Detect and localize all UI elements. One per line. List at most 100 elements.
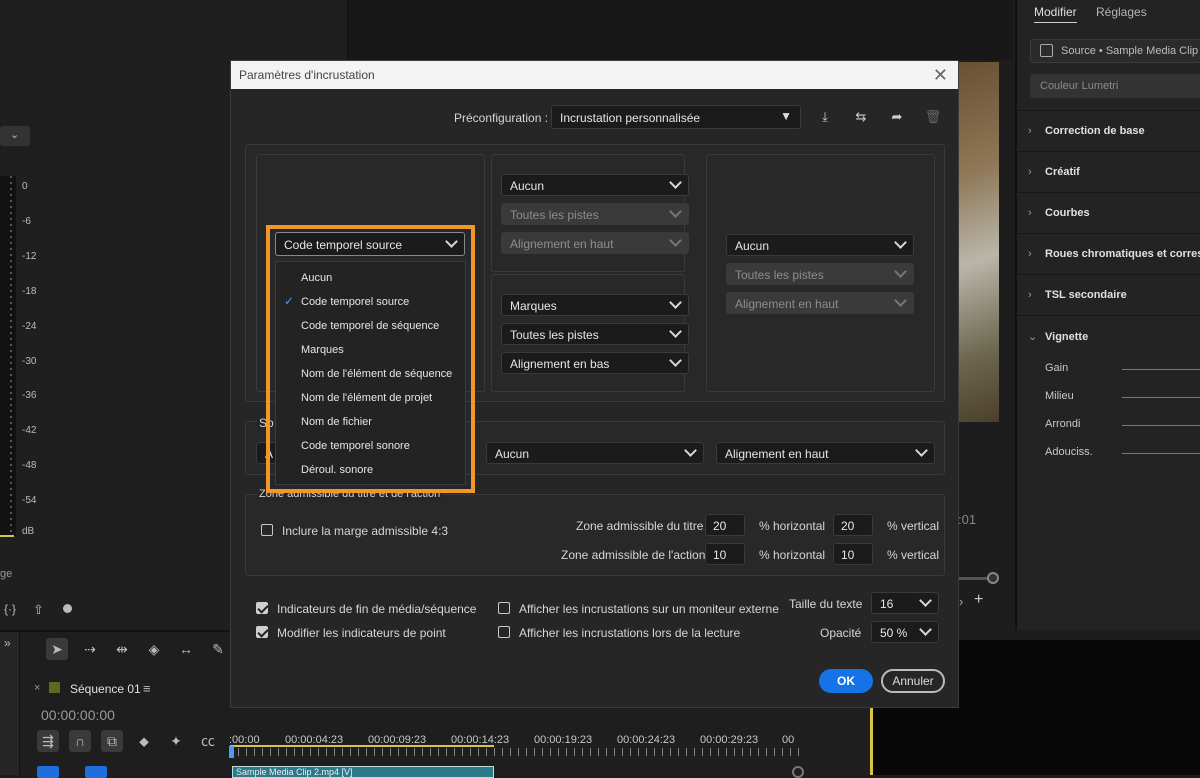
left-field-dropdown[interactable]: Code temporel source — [275, 232, 465, 256]
dropdown-value: 50 % — [880, 626, 908, 640]
captions-icon[interactable]: ㏄ — [197, 730, 219, 752]
tab-reglages[interactable]: Réglages — [1096, 5, 1147, 19]
menu-icon[interactable]: ≡ — [143, 681, 151, 696]
source-selector[interactable]: Source • Sample Media Clip 2 — [1030, 39, 1200, 63]
center-bottom-field-dropdown[interactable]: Marques — [501, 294, 689, 316]
text-size-dropdown[interactable]: 16 — [871, 592, 939, 614]
vignette-milieu-slider[interactable] — [1122, 397, 1200, 398]
point-markers-checkbox[interactable] — [256, 626, 268, 638]
menu-item[interactable]: Code temporel de séquence — [276, 314, 465, 338]
menu-item-label: Nom de l'élément de projet — [301, 392, 433, 404]
menu-item[interactable]: Nom de l'élément de séquence — [276, 362, 465, 386]
pen-tool-icon[interactable]: ✎ — [207, 638, 229, 660]
slip-tool-icon[interactable]: ↔ — [175, 638, 197, 660]
wrench-icon[interactable]: ✦ — [165, 730, 187, 752]
effect-dropdown[interactable]: Couleur Lumetri — [1030, 74, 1200, 98]
snap-icon[interactable]: ∩ — [69, 730, 91, 752]
sequence-tab[interactable]: Séquence 01 — [70, 682, 141, 696]
center-bottom-align-dropdown[interactable]: Alignement en bas — [501, 352, 689, 374]
record-icon[interactable] — [63, 604, 72, 613]
export-preset-icon[interactable]: ➦ — [888, 108, 906, 126]
razor-tool-icon[interactable]: ◈ — [143, 638, 165, 660]
import-preset-icon[interactable]: ⇆ — [852, 108, 870, 126]
chevron-right-icon: › — [1028, 166, 1032, 178]
vignette-gain-slider[interactable] — [1122, 369, 1200, 370]
scroll-handle[interactable] — [792, 766, 804, 778]
bottom-tracks-dropdown[interactable]: Aucun — [486, 442, 704, 464]
section-roues-chromatiques[interactable]: › Roues chromatiques et correspondance — [1028, 248, 1200, 260]
external-monitor-checkbox[interactable] — [498, 602, 510, 614]
end-markers-checkbox[interactable] — [256, 602, 268, 614]
section-courbes[interactable]: › Courbes — [1028, 207, 1090, 219]
track-target-v1[interactable] — [37, 766, 59, 778]
menu-item-label: Marques — [301, 344, 344, 356]
track-select-tool-icon[interactable]: ⇢ — [79, 638, 101, 660]
dropdown-value: Alignement en haut — [725, 447, 829, 461]
menu-item[interactable]: Code temporel sonore — [276, 434, 465, 458]
center-bottom-tracks-dropdown[interactable]: Toutes les pistes — [501, 323, 689, 345]
meter-level — [0, 535, 14, 537]
dropdown-value: Alignement en haut — [510, 237, 614, 251]
track-target-v2[interactable] — [85, 766, 107, 778]
tab-modifier[interactable]: Modifier — [1034, 5, 1077, 23]
chevron-right-icon[interactable]: › — [959, 594, 963, 609]
vignette-adoucissement-slider[interactable] — [1122, 453, 1200, 454]
section-correction-de-base[interactable]: › Correction de base — [1028, 125, 1145, 137]
margin-43-checkbox[interactable] — [261, 524, 273, 536]
close-icon[interactable]: ✕ — [933, 65, 948, 86]
ok-button[interactable]: OK — [819, 669, 873, 693]
nest-icon[interactable]: ⇶ — [37, 730, 59, 752]
action-safe-horizontal-input[interactable]: 10 — [705, 543, 745, 565]
menu-item[interactable]: Nom de l'élément de projet — [276, 386, 465, 410]
close-tab-icon[interactable]: × — [34, 682, 40, 694]
preset-dropdown[interactable]: Incrustation personnalisée ▼ — [551, 105, 801, 129]
menu-item-selected[interactable]: ✓ Code temporel source — [276, 290, 465, 314]
vignette-arrondi-slider[interactable] — [1122, 425, 1200, 426]
title-safe-vertical-input[interactable]: 20 — [833, 514, 873, 536]
menu-item[interactable]: Déroul. sonore — [276, 458, 465, 482]
center-top-field-dropdown[interactable]: Aucun — [501, 174, 689, 196]
playhead[interactable] — [229, 746, 234, 758]
cancel-button[interactable]: Annuler — [881, 669, 945, 693]
center-top-align-dropdown[interactable]: Alignement en haut — [501, 232, 689, 254]
unit-label: % vertical — [887, 548, 940, 562]
right-tracks-dropdown[interactable]: Toutes les pistes — [726, 263, 914, 285]
right-field-dropdown[interactable]: Aucun — [726, 234, 914, 256]
dropdown-value: Aucun — [735, 239, 770, 253]
action-safe-vertical-input[interactable]: 10 — [833, 543, 873, 565]
ripple-edit-tool-icon[interactable]: ⇹ — [111, 638, 133, 660]
trash-icon[interactable]: 🗑 — [924, 108, 942, 126]
opacity-dropdown[interactable]: 50 % — [871, 621, 939, 643]
right-align-dropdown[interactable]: Alignement en haut — [726, 292, 914, 314]
title-safe-horizontal-input[interactable]: 20 — [705, 514, 745, 536]
zoom-handle[interactable] — [987, 572, 999, 584]
marker-icon[interactable]: ⬥ — [133, 730, 155, 752]
code-icon[interactable]: {·} — [4, 602, 16, 616]
work-area-bar[interactable] — [230, 745, 494, 747]
section-vignette[interactable]: ⌄ Vignette — [1028, 330, 1088, 343]
playback-overlay-checkbox[interactable] — [498, 626, 510, 638]
vignette-arrondi-label: Arrondi — [1045, 418, 1081, 430]
center-top-tracks-dropdown[interactable]: Toutes les pistes — [501, 203, 689, 225]
divider — [1018, 274, 1200, 275]
download-preset-icon[interactable]: ⤓ — [816, 108, 834, 126]
left-dropdown-fragment[interactable]: ⌄ — [0, 126, 30, 146]
meter-label: -12 — [22, 251, 37, 262]
sequence-timecode[interactable]: 00:00:00:00 — [41, 707, 115, 723]
section-tsl-secondaire[interactable]: › TSL secondaire — [1028, 289, 1127, 301]
add-button-icon[interactable]: + — [974, 591, 983, 609]
selection-tool-icon[interactable]: ➤ — [46, 638, 68, 660]
menu-item-label: Code temporel source — [301, 296, 410, 308]
audio-meter — [0, 176, 16, 536]
linked-selection-icon[interactable]: ⧉ — [101, 730, 123, 752]
timeline-clip[interactable]: Sample Media Clip 2.mp4 [V] — [232, 766, 494, 778]
menu-item[interactable]: Aucun — [276, 266, 465, 290]
section-creatif[interactable]: › Créatif — [1028, 166, 1080, 178]
bottom-align-dropdown[interactable]: Alignement en haut — [716, 442, 935, 464]
divider — [1018, 233, 1200, 234]
menu-item[interactable]: Nom de fichier — [276, 410, 465, 434]
time-ruler[interactable] — [230, 748, 800, 756]
menu-item[interactable]: Marques — [276, 338, 465, 362]
expand-icon[interactable]: » — [4, 636, 11, 650]
export-icon[interactable]: ⇧ — [33, 602, 44, 618]
